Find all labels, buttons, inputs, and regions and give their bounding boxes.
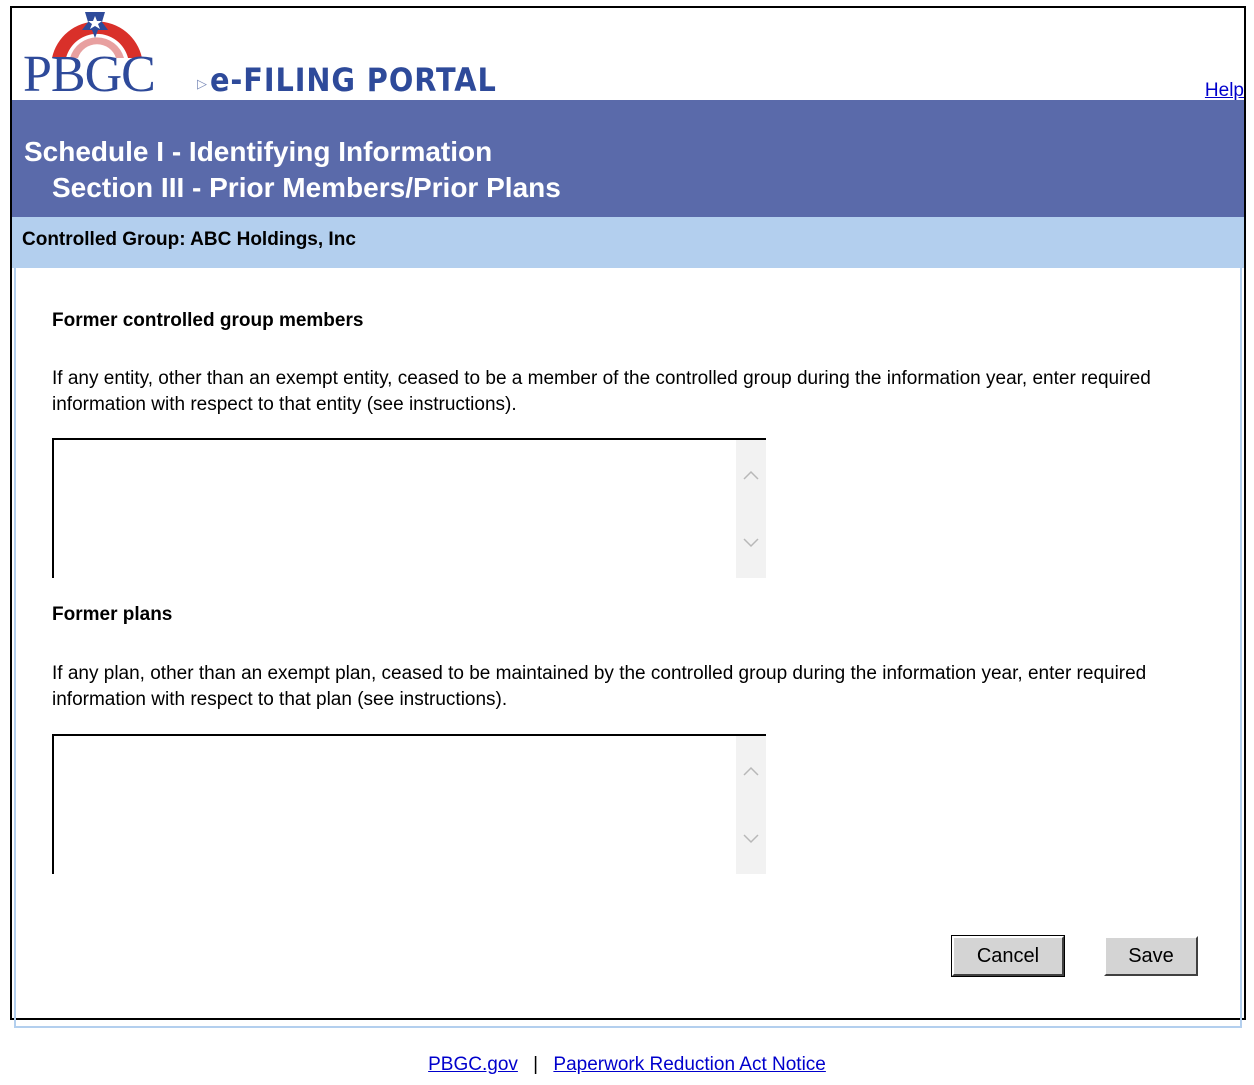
scroll-up-icon[interactable] bbox=[742, 764, 760, 778]
page-subtitle: Section III - Prior Members/Prior Plans bbox=[52, 172, 561, 203]
former-members-scrollbar[interactable] bbox=[736, 440, 766, 578]
former-plans-textarea[interactable] bbox=[52, 734, 766, 874]
former-members-heading: Former controlled group members bbox=[52, 310, 364, 331]
scroll-down-icon[interactable] bbox=[742, 536, 760, 550]
logo-arrow-icon: ▷ bbox=[197, 76, 207, 91]
cancel-button[interactable]: Cancel bbox=[951, 935, 1065, 977]
page-footer: PBGC.gov | Paperwork Reduction Act Notic… bbox=[0, 1054, 1254, 1076]
scroll-down-icon[interactable] bbox=[742, 832, 760, 846]
paperwork-reduction-link[interactable]: Paperwork Reduction Act Notice bbox=[553, 1054, 825, 1075]
former-plans-scrollbar[interactable] bbox=[736, 736, 766, 874]
form-content: Former controlled group members If any e… bbox=[14, 268, 1242, 1028]
logo-efiling-text: e-FILING PORTAL bbox=[210, 61, 497, 99]
controlled-group-label: Controlled Group: ABC Holdings, Inc bbox=[22, 229, 356, 250]
footer-separator: | bbox=[533, 1054, 539, 1075]
save-button[interactable]: Save bbox=[1104, 936, 1198, 976]
former-plans-heading: Former plans bbox=[52, 604, 173, 625]
portal-frame: PBGC ▷ e-FILING PORTAL Help Schedule I -… bbox=[10, 6, 1246, 1028]
pbgc-gov-link[interactable]: PBGC.gov bbox=[428, 1054, 518, 1075]
former-members-description: If any entity, other than an exempt enti… bbox=[52, 368, 1151, 415]
former-plans-description: If any plan, other than an exempt plan, … bbox=[52, 663, 1147, 710]
page-title: Schedule I - Identifying Information bbox=[24, 136, 493, 167]
pbgc-logo: PBGC ▷ e-FILING PORTAL bbox=[22, 8, 542, 103]
scroll-up-icon[interactable] bbox=[742, 468, 760, 482]
former-members-textarea[interactable] bbox=[52, 438, 766, 578]
title-bar: Schedule I - Identifying Information Sec… bbox=[12, 100, 1244, 217]
controlled-group-bar: Controlled Group: ABC Holdings, Inc bbox=[12, 217, 1244, 268]
logo-pbgc-text: PBGC bbox=[23, 46, 156, 103]
page-header: PBGC ▷ e-FILING PORTAL Help bbox=[12, 8, 1244, 103]
help-link[interactable]: Help bbox=[1205, 80, 1244, 102]
